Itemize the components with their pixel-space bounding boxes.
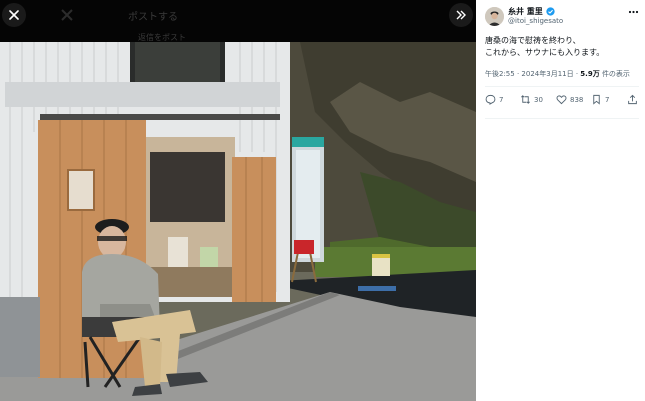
author-handle[interactable]: @itoi_shigesato [508,17,563,25]
more-button[interactable] [628,6,639,17]
action-bar: 7 30 838 7 [485,94,639,108]
close-icon [9,10,19,20]
reply-button[interactable]: 7 [485,94,503,105]
like-button[interactable]: 838 [556,94,583,105]
author-row: 糸井 重里 [508,6,555,17]
chevrons-right-icon [456,10,466,20]
bookmark-count: 7 [605,95,610,104]
views-label: 件の表示 [601,70,630,78]
x-logo-icon [61,9,73,21]
share-icon [628,94,637,105]
post-photo[interactable] [0,42,476,401]
more-icon [628,10,639,14]
tweet-text-line: 唐桑の海で慰祷を終わり、 [485,36,581,45]
heart-icon [556,95,567,105]
divider [485,118,639,119]
header-title: ポストする [128,12,178,23]
tweet-time[interactable]: 午後2:55 [485,70,515,78]
repost-button[interactable]: 30 [520,94,543,105]
avatar[interactable] [485,7,504,26]
divider [485,86,639,87]
share-button[interactable] [627,94,638,105]
expand-button[interactable] [449,3,473,27]
avatar-icon [485,7,504,26]
views-count: 5.9万 [580,70,600,78]
tweet-text: 唐桑の海で慰祷を終わり、 これから、サウナにも入ります。 [485,35,640,59]
media-viewer: ポストする 返信をポスト [0,0,476,401]
repost-icon [521,95,530,104]
repost-count: 30 [534,95,543,104]
viewer-topbar: ポストする 返信をポスト [0,0,476,42]
verified-badge-icon [546,7,555,16]
tweet-date[interactable]: 2024年3月11日 [521,70,573,78]
tweet-text-line: これから、サウナにも入ります。 [485,48,605,57]
author-name[interactable]: 糸井 重里 [508,6,543,17]
tweet-meta: 午後2:55 · 2024年3月11日 · 5.9万 件の表示 [485,70,630,78]
close-button[interactable] [2,3,26,27]
like-count: 838 [570,95,584,104]
reply-count: 7 [499,95,504,104]
reply-icon [485,94,496,105]
bookmark-icon [593,94,600,105]
bookmark-button[interactable]: 7 [591,94,609,105]
tweet-panel: 糸井 重里 @itoi_shigesato 唐桑の海で慰祷を終わり、 これから、… [476,0,645,401]
